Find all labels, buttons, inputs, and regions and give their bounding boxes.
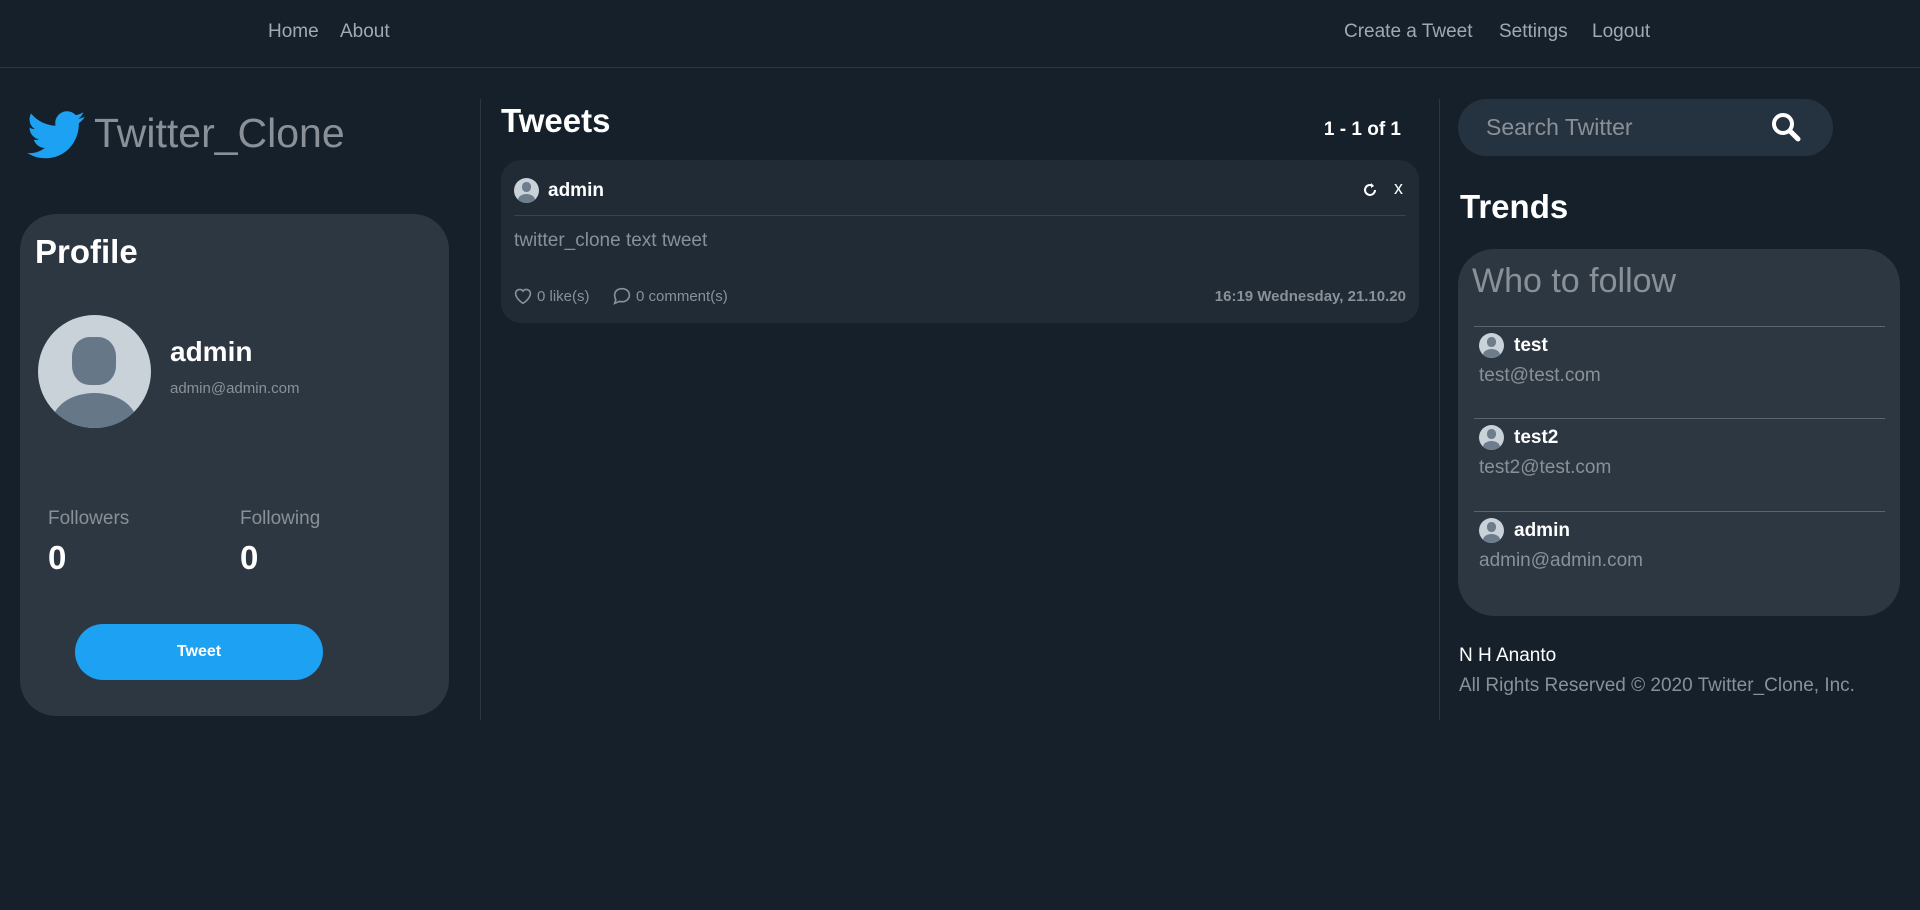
followers-count: 0 [48,539,67,576]
tweet-author-avatar [514,178,539,203]
profile-title: Profile [35,233,138,270]
tweet-divider [514,215,1406,216]
column-divider [480,99,481,720]
user-avatar [1479,333,1504,358]
footer-author: N H Ananto [1459,645,1557,666]
follow-user-name[interactable]: test2 [1514,427,1558,449]
divider [1474,418,1885,419]
nav-about[interactable]: About [340,21,390,43]
follow-user-email: test2@test.com [1479,457,1612,478]
followers-label: Followers [48,508,130,529]
follow-user-email: admin@admin.com [1479,550,1643,571]
profile-email: admin@admin.com [170,380,300,397]
tweet-text: twitter_clone text tweet [514,230,708,251]
who-to-follow-card: Who to follow test test@test.com test2 t… [1458,249,1900,616]
follow-user-name[interactable]: admin [1514,520,1570,542]
follow-user-name[interactable]: test [1514,335,1548,357]
pagination-info: 1 - 1 of 1 [1323,119,1401,140]
avatar [38,315,151,428]
profile-name: admin [170,336,253,367]
like-count[interactable]: 0 like(s) [537,288,590,305]
comment-count[interactable]: 0 comment(s) [636,288,728,305]
tweet-timestamp: 16:19 Wednesday, 21.10.20 [1214,288,1406,305]
following-label: Following [240,508,321,529]
profile-card: Profile admin admin@admin.com Followers … [20,214,449,716]
search-icon[interactable] [1770,111,1802,143]
user-avatar [1479,518,1504,543]
search-bar [1458,99,1833,156]
nav-settings[interactable]: Settings [1499,21,1568,43]
delete-tweet-button[interactable]: x [1394,178,1403,199]
follow-user-email: test@test.com [1479,365,1601,386]
following-count: 0 [240,539,259,576]
heart-icon[interactable] [513,287,533,305]
top-navbar: Home About Create a Tweet Settings Logou… [0,0,1920,68]
column-divider [1439,99,1440,720]
comment-icon[interactable] [612,287,632,305]
tweets-title: Tweets [501,102,611,139]
twitter-bird-icon [27,111,85,159]
tweet-button[interactable]: Tweet [75,624,323,680]
footer-rights: All Rights Reserved © 2020 Twitter_Clone… [1459,675,1855,696]
nav-create-tweet[interactable]: Create a Tweet [1344,21,1473,43]
refresh-icon[interactable] [1362,182,1378,198]
nav-home[interactable]: Home [268,21,319,43]
who-to-follow-title: Who to follow [1472,262,1677,300]
nav-logout[interactable]: Logout [1592,21,1650,43]
tweet-card: admin x twitter_clone text tweet 0 like(… [501,160,1419,323]
trends-title: Trends [1460,188,1569,225]
tweet-author[interactable]: admin [548,180,604,202]
search-input[interactable] [1486,111,1736,143]
divider [1474,511,1885,512]
divider [1474,326,1885,327]
user-avatar [1479,425,1504,450]
brand-name[interactable]: Twitter_Clone [94,110,345,157]
